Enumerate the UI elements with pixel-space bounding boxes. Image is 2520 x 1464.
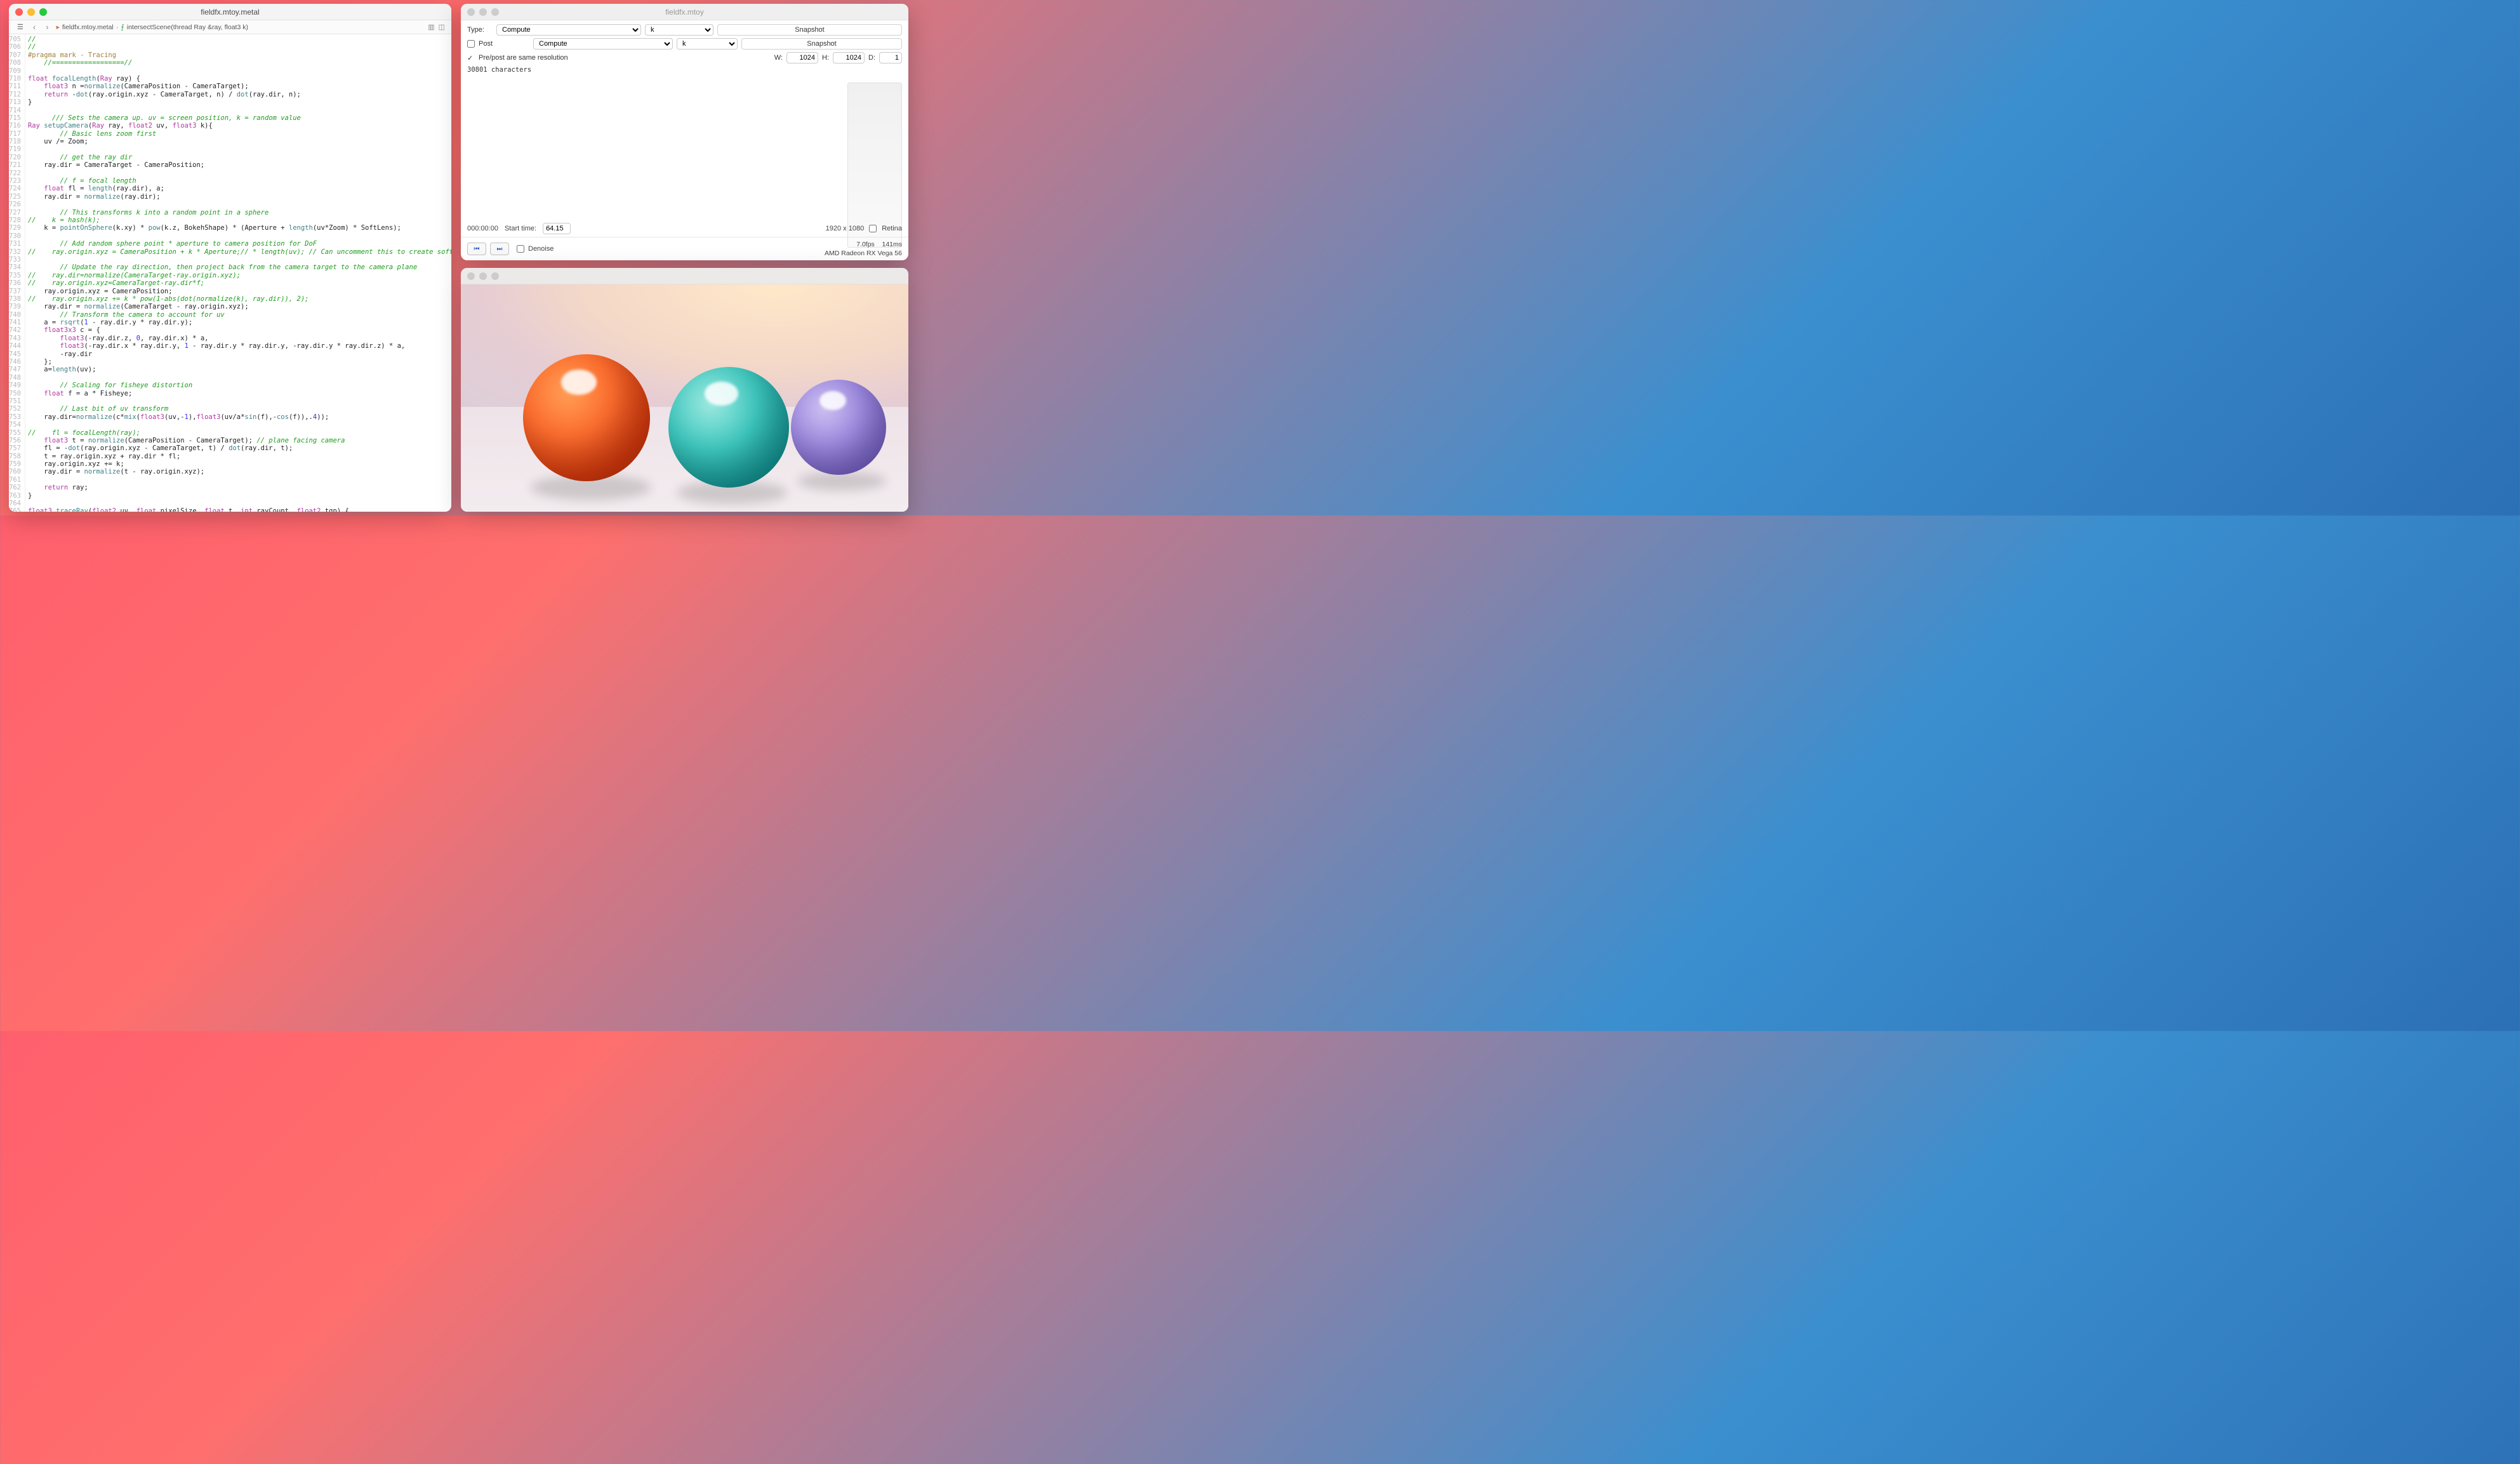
- start-time-label: Start time:: [505, 225, 536, 232]
- close-icon[interactable]: [15, 8, 23, 16]
- type-select[interactable]: Compute: [496, 24, 641, 36]
- chevron-right-icon: ›: [116, 23, 119, 31]
- sphere-orange: [523, 354, 650, 481]
- minimize-icon[interactable]: [479, 8, 487, 16]
- status-bottom: ⏮ ⏭ Denoise 7.0fps 141ms AMD Radeon RX V…: [461, 237, 908, 260]
- retina-label: Retina: [882, 225, 902, 232]
- breadcrumb[interactable]: ▸ fieldfx.mtoy.metal › ⨍ intersectScene(…: [56, 23, 248, 31]
- sphere-teal: [668, 367, 789, 488]
- skip-back-button[interactable]: ⏮: [467, 243, 486, 255]
- char-count: 30801 characters: [467, 66, 902, 74]
- code-editor[interactable]: 7057067077087097107117127137147157167177…: [9, 34, 451, 512]
- retina-checkbox[interactable]: [869, 225, 877, 232]
- editor-title: fieldfx.mtoy.metal: [9, 8, 451, 17]
- start-time-field[interactable]: [543, 223, 571, 234]
- file-icon: ▸: [56, 23, 60, 31]
- zoom-icon[interactable]: [39, 8, 47, 16]
- denoise-checkbox[interactable]: [517, 245, 524, 253]
- code-content[interactable]: ////#pragma mark - Tracing //===========…: [25, 34, 451, 512]
- width-field[interactable]: [786, 52, 818, 63]
- post-label: Post: [479, 40, 529, 48]
- render-window: [461, 268, 908, 512]
- forward-button[interactable]: ›: [43, 22, 51, 32]
- inspector-panel: Type: Compute k Snapshot Post Compute k …: [461, 20, 908, 77]
- render-surface[interactable]: [461, 284, 908, 512]
- minimize-icon[interactable]: [27, 8, 35, 16]
- post-checkbox[interactable]: [467, 40, 475, 48]
- editor-window: fieldfx.mtoy.metal ☰ ‹ › ▸ fieldfx.mtoy.…: [9, 4, 451, 512]
- post-snapshot-button[interactable]: Snapshot: [741, 38, 902, 50]
- related-items-icon[interactable]: ☰: [15, 23, 25, 31]
- editor-toolbar: ☰ ‹ › ▸ fieldfx.mtoy.metal › ⨍ intersect…: [9, 20, 451, 34]
- status-top: 000:00:00 Start time: 1920 x 1080 Retina: [461, 220, 908, 237]
- traffic-lights: [467, 8, 499, 16]
- back-button[interactable]: ‹: [30, 22, 38, 32]
- function-icon: ⨍: [121, 23, 124, 31]
- close-icon[interactable]: [467, 272, 475, 280]
- close-icon[interactable]: [467, 8, 475, 16]
- minimize-icon[interactable]: [479, 272, 487, 280]
- sphere-purple: [791, 380, 886, 475]
- line-gutter: 7057067077087097107117127137147157167177…: [9, 34, 25, 512]
- frame-ms-label: 141ms: [882, 241, 902, 248]
- split-view-icon[interactable]: ◫: [439, 23, 445, 31]
- denoise-label: Denoise: [528, 245, 554, 253]
- post-k-select[interactable]: k: [677, 38, 738, 50]
- snapshot-button[interactable]: Snapshot: [717, 24, 902, 36]
- post-select[interactable]: Compute: [533, 38, 673, 50]
- fps-label: 7.0fps: [856, 241, 875, 248]
- h-label: H:: [822, 54, 829, 62]
- inspector-title: fieldfx.mtoy: [461, 8, 908, 17]
- same-res-label: Pre/post are same resolution: [479, 54, 771, 62]
- w-label: W:: [774, 54, 783, 62]
- check-icon: ✓: [467, 54, 475, 62]
- skip-forward-button[interactable]: ⏭: [490, 243, 509, 255]
- breadcrumb-symbol[interactable]: intersectScene(thread Ray &ray, float3 k…: [127, 23, 248, 31]
- type-k-select[interactable]: k: [645, 24, 713, 36]
- traffic-lights: [15, 8, 47, 16]
- minimap-icon[interactable]: ▥: [428, 23, 434, 31]
- elapsed-time: 000:00:00: [467, 225, 498, 232]
- d-label: D:: [868, 54, 875, 62]
- type-label: Type:: [467, 26, 493, 34]
- zoom-icon[interactable]: [491, 8, 499, 16]
- zoom-icon[interactable]: [491, 272, 499, 280]
- editor-titlebar: fieldfx.mtoy.metal: [9, 4, 451, 20]
- inspector-titlebar: fieldfx.mtoy: [461, 4, 908, 20]
- inspector-window: fieldfx.mtoy Type: Compute k Snapshot Po…: [461, 4, 908, 260]
- traffic-lights: [467, 272, 499, 280]
- render-titlebar: [461, 268, 908, 284]
- breadcrumb-file[interactable]: fieldfx.mtoy.metal: [62, 23, 114, 31]
- height-field[interactable]: [833, 52, 865, 63]
- depth-field[interactable]: [879, 52, 902, 63]
- resolution-label: 1920 x 1080: [826, 225, 865, 232]
- gpu-label: AMD Radeon RX Vega 56: [825, 249, 902, 258]
